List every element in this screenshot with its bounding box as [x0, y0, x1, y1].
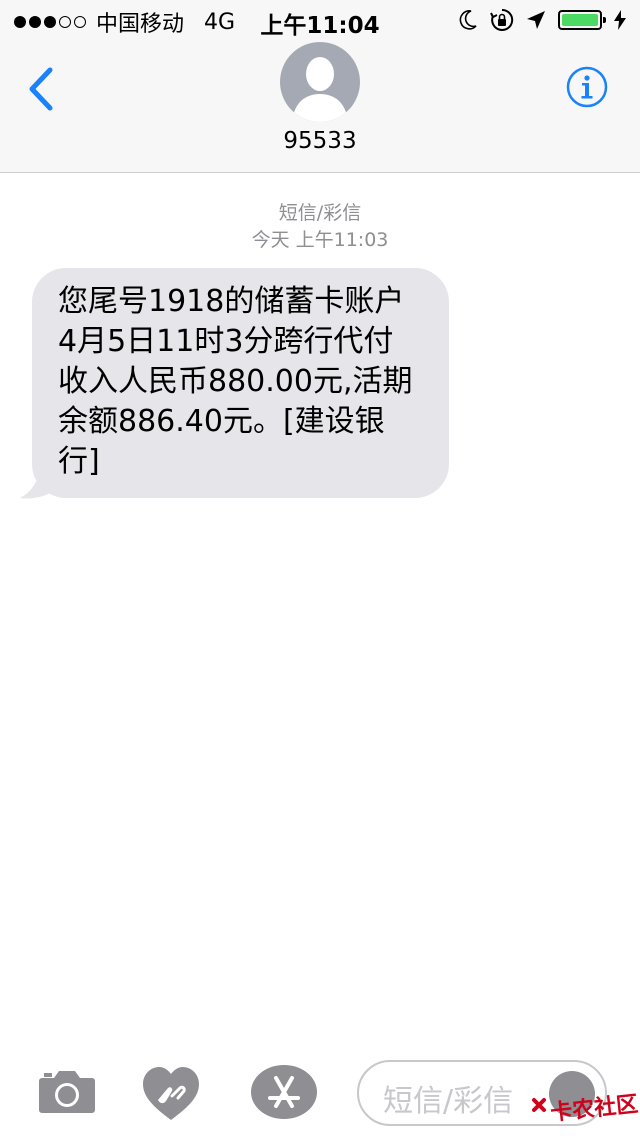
status-bar: 中国移动 4G 上午11:04	[0, 0, 640, 40]
incoming-message-bubble[interactable]: 您尾号1918的储蓄卡账户4月5日11时3分跨行代付收入人民币880.00元,活…	[32, 268, 449, 498]
back-chevron-icon[interactable]	[22, 64, 62, 114]
moon-icon	[459, 10, 477, 30]
app-store-icon[interactable]	[250, 1064, 318, 1120]
battery-icon	[558, 10, 606, 30]
svg-text:卡农社区: 卡农社区	[549, 1091, 639, 1126]
nav-bar: 95533	[0, 40, 640, 173]
message-type-label: 短信/彩信	[278, 202, 362, 224]
contact-name[interactable]: 95533	[0, 128, 640, 154]
info-icon[interactable]	[566, 66, 608, 108]
orientation-lock-icon	[490, 8, 514, 31]
message-input-placeholder: 短信/彩信	[383, 1084, 514, 1119]
charging-bolt-icon	[614, 10, 626, 30]
watermark-logo: 卡农社区	[532, 1091, 639, 1126]
message-timestamp: 今天 上午11:03	[251, 229, 389, 251]
battery-level	[562, 14, 598, 26]
digital-touch-icon[interactable]	[142, 1066, 200, 1122]
camera-icon[interactable]	[38, 1068, 96, 1114]
contact-avatar[interactable]	[280, 42, 360, 122]
location-arrow-icon	[527, 11, 545, 29]
message-text: 您尾号1918的储蓄卡账户4月5日11时3分跨行代付收入人民币880.00元,活…	[58, 284, 413, 479]
status-right	[458, 8, 626, 32]
avatar-silhouette-icon	[292, 57, 348, 122]
